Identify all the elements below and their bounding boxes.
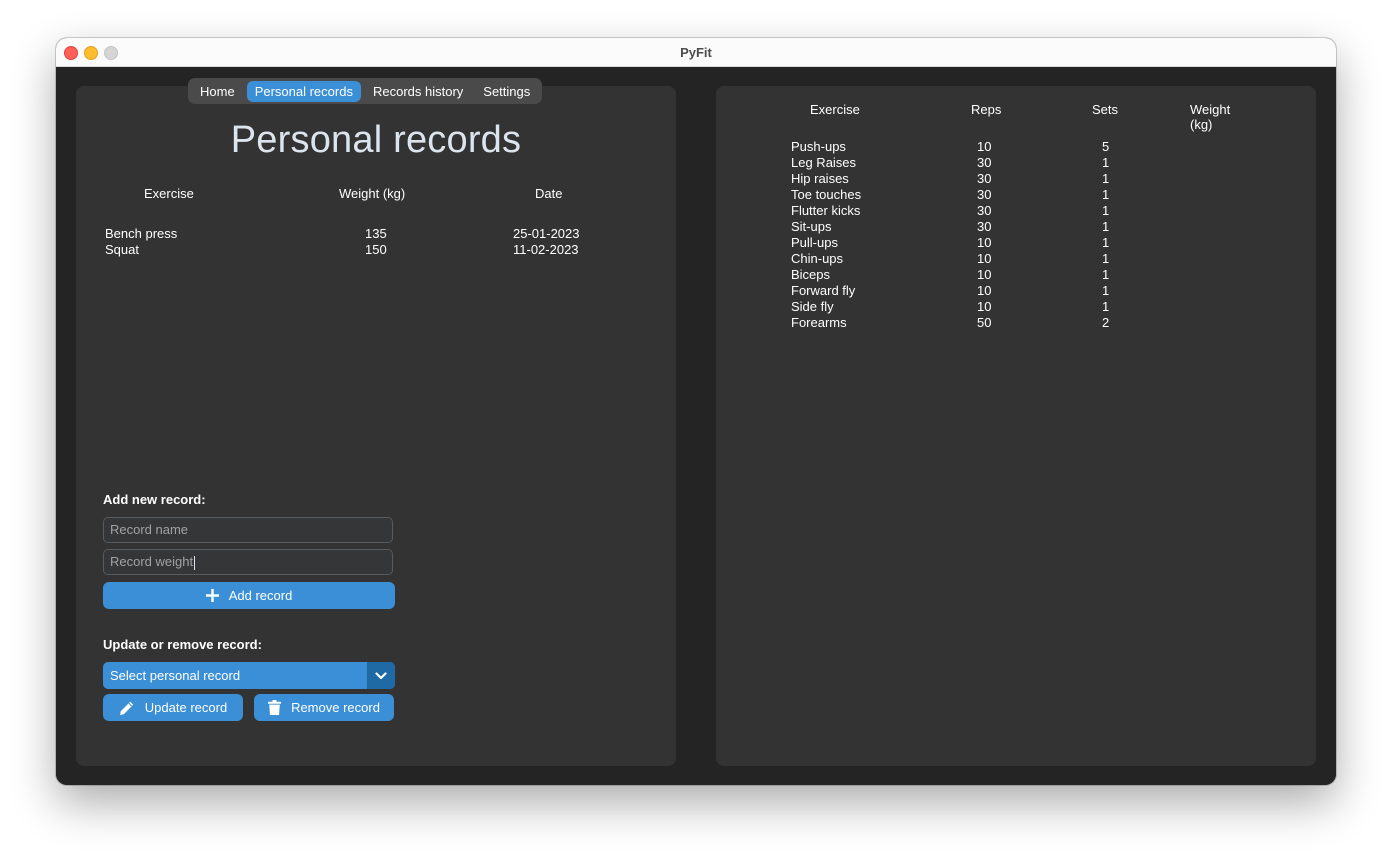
cell-sets: 1 bbox=[1102, 171, 1110, 186]
cell-reps: 10 bbox=[977, 235, 992, 250]
column-header-exercise: Exercise bbox=[144, 186, 194, 201]
cell-sets: 1 bbox=[1102, 283, 1110, 298]
cell-reps: 50 bbox=[977, 315, 992, 330]
add-record-label: Add record bbox=[228, 588, 293, 603]
select-value: Select personal record bbox=[110, 668, 241, 683]
cell-exercise: Biceps bbox=[791, 267, 831, 282]
cell-reps: 10 bbox=[977, 299, 992, 314]
cell-sets: 2 bbox=[1102, 315, 1110, 330]
cell-exercise: Squat bbox=[105, 242, 139, 257]
cell-sets: 1 bbox=[1102, 187, 1110, 202]
cell-weight: 150 bbox=[365, 242, 387, 257]
window-content: Personal records Exercise Weight (kg) Da… bbox=[56, 67, 1336, 785]
cell-sets: 1 bbox=[1102, 251, 1110, 266]
table-row: Flutter kicks 30 1 bbox=[790, 203, 1250, 219]
column-header-exercise: Exercise bbox=[810, 102, 860, 117]
window-title: PyFit bbox=[680, 45, 712, 60]
personal-records-panel: Personal records Exercise Weight (kg) Da… bbox=[76, 86, 676, 766]
add-record-button[interactable]: Add record bbox=[103, 582, 395, 609]
update-record-button[interactable]: Update record bbox=[103, 694, 243, 721]
cell-sets: 1 bbox=[1102, 203, 1110, 218]
cell-sets: 1 bbox=[1102, 155, 1110, 170]
record-name-placeholder: Record name bbox=[110, 522, 189, 537]
cell-exercise: Bench press bbox=[105, 226, 178, 241]
personal-records-table: Exercise Weight (kg) Date Bench press 13… bbox=[104, 186, 644, 258]
title-bar: PyFit bbox=[56, 38, 1336, 67]
table-row: Pull-ups 10 1 bbox=[790, 235, 1250, 251]
page-title: Personal records bbox=[230, 119, 522, 161]
table-header: Exercise Reps Sets Weight (kg) bbox=[790, 102, 1250, 132]
cell-exercise: Chin-ups bbox=[791, 251, 844, 266]
table-row: Toe touches 30 1 bbox=[790, 187, 1250, 203]
cell-reps: 10 bbox=[977, 139, 992, 154]
cell-exercise: Flutter kicks bbox=[791, 203, 861, 218]
trash-icon bbox=[268, 700, 282, 715]
remove-record-button[interactable]: Remove record bbox=[254, 694, 394, 721]
table-row: Hip raises 30 1 bbox=[790, 171, 1250, 187]
record-weight-input[interactable]: Record weight bbox=[103, 549, 393, 575]
column-header-reps: Reps bbox=[971, 102, 1002, 117]
update-record-section-label: Update or remove record: bbox=[103, 637, 262, 652]
cell-exercise: Sit-ups bbox=[791, 219, 832, 234]
cell-sets: 1 bbox=[1102, 267, 1110, 282]
cell-exercise: Leg Raises bbox=[791, 155, 857, 170]
update-record-label: Update record bbox=[144, 700, 228, 715]
tab-personal-records[interactable]: Personal records bbox=[246, 80, 361, 102]
table-row: Forearms 50 2 bbox=[790, 315, 1250, 331]
cell-reps: 10 bbox=[977, 267, 992, 282]
table-row: Forward fly 10 1 bbox=[790, 283, 1250, 299]
cell-sets: 1 bbox=[1102, 299, 1110, 314]
cell-reps: 30 bbox=[977, 219, 992, 234]
table-row: Side fly 10 1 bbox=[790, 299, 1250, 315]
cell-exercise: Push-ups bbox=[791, 139, 846, 154]
table-row: Push-ups 10 5 bbox=[790, 139, 1250, 155]
personal-record-select[interactable]: Select personal record bbox=[103, 662, 395, 689]
cell-date: 25-01-2023 bbox=[513, 226, 580, 241]
cell-exercise: Pull-ups bbox=[791, 235, 838, 250]
cell-exercise: Hip raises bbox=[791, 171, 849, 186]
table-row: Sit-ups 30 1 bbox=[790, 219, 1250, 235]
table-row: Biceps 10 1 bbox=[790, 267, 1250, 283]
cell-reps: 30 bbox=[977, 155, 992, 170]
table-row: Chin-ups 10 1 bbox=[790, 251, 1250, 267]
text-caret bbox=[194, 555, 196, 570]
tab-settings[interactable]: Settings bbox=[475, 81, 538, 102]
cell-reps: 10 bbox=[977, 251, 992, 266]
cell-weight: 135 bbox=[365, 226, 387, 241]
cell-exercise: Toe touches bbox=[791, 187, 862, 202]
add-record-section-label: Add new record: bbox=[103, 492, 206, 507]
cell-sets: 1 bbox=[1102, 219, 1110, 234]
cell-reps: 30 bbox=[977, 187, 992, 202]
cell-sets: 5 bbox=[1102, 139, 1110, 154]
record-name-input[interactable]: Record name bbox=[103, 517, 393, 543]
cell-sets: 1 bbox=[1102, 235, 1110, 250]
column-header-date: Date bbox=[535, 186, 563, 201]
main-tab-bar: Home Personal records Records history Se… bbox=[188, 78, 543, 104]
cell-reps: 30 bbox=[977, 203, 992, 218]
cell-exercise: Side fly bbox=[791, 299, 834, 314]
exercises-rows: Push-ups 10 5 Leg Raises 30 1 Hip raises 30 1 Toe… bbox=[790, 139, 1250, 331]
chevron-down-icon[interactable] bbox=[367, 662, 395, 689]
cell-date: 11-02-2023 bbox=[513, 242, 579, 257]
cell-exercise: Forearms bbox=[791, 315, 847, 330]
table-row: Leg Raises 30 1 bbox=[790, 155, 1250, 171]
record-weight-placeholder: Record weight bbox=[110, 554, 194, 569]
table-row: Bench press 135 25-01-2023 bbox=[104, 226, 644, 242]
plus-icon bbox=[205, 589, 219, 602]
tab-home[interactable]: Home bbox=[192, 81, 243, 102]
column-header-sets: Sets bbox=[1092, 102, 1119, 117]
column-header-weight: Weight (kg) bbox=[1190, 102, 1231, 132]
tab-records-history[interactable]: Records history bbox=[365, 81, 471, 102]
app-window: PyFit Personal records Exercise Weight (… bbox=[56, 38, 1336, 785]
exercises-table: Exercise Reps Sets Weight (kg) Push-ups 1… bbox=[790, 102, 1250, 331]
cell-exercise: Forward fly bbox=[791, 283, 856, 298]
cell-reps: 30 bbox=[977, 171, 992, 186]
table-row: Squat 150 11-02-2023 bbox=[104, 242, 644, 258]
cell-reps: 10 bbox=[977, 283, 992, 298]
pencil-icon bbox=[119, 700, 135, 716]
remove-record-label: Remove record bbox=[291, 700, 380, 715]
exercises-panel: Exercise Reps Sets Weight (kg) Push-ups 1… bbox=[716, 86, 1316, 766]
table-header: Exercise Weight (kg) Date bbox=[104, 186, 644, 202]
column-header-weight: Weight (kg) bbox=[339, 186, 406, 201]
